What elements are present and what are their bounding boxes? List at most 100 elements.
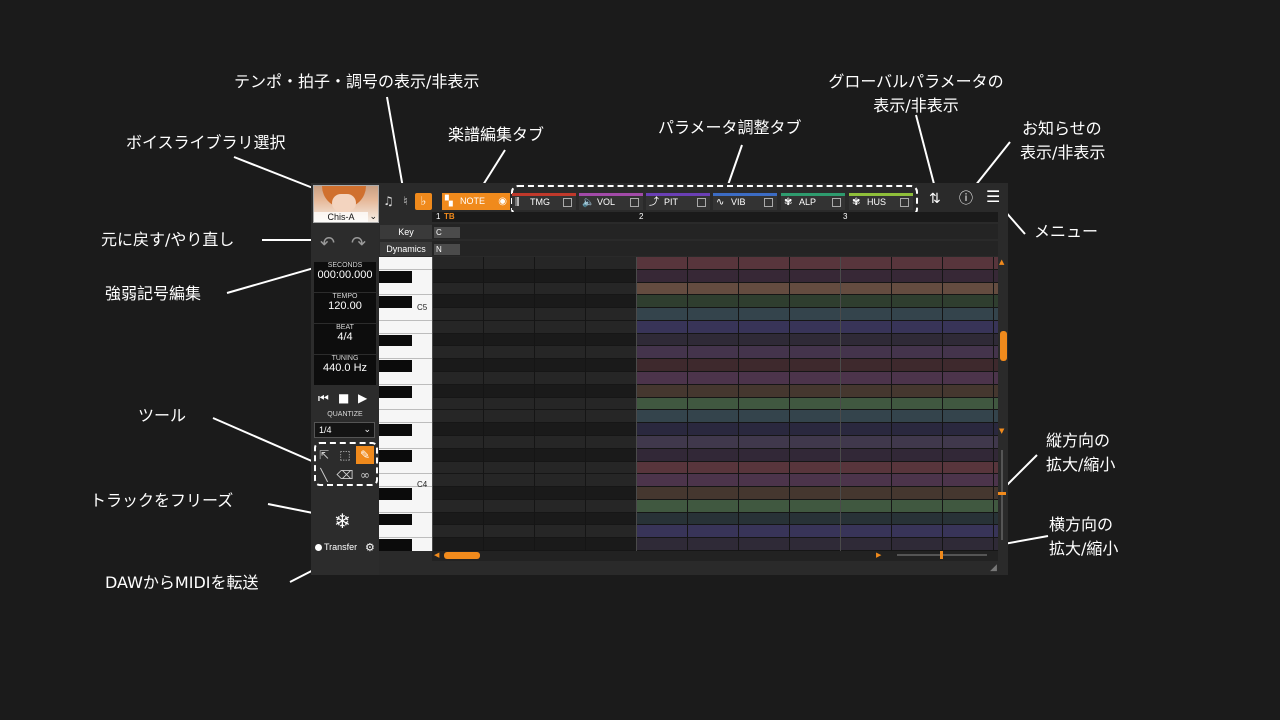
grid-lane[interactable] — [432, 461, 998, 475]
grid-lane[interactable] — [432, 308, 998, 321]
beat-line — [534, 257, 535, 551]
lane-highlight — [637, 423, 998, 435]
grid-lane[interactable] — [432, 295, 998, 309]
undo-button[interactable]: ↶ — [320, 233, 335, 254]
transfer-toggle[interactable]: Transfer — [315, 542, 357, 552]
eye-icon[interactable]: ◉ — [498, 193, 507, 210]
link-tool-icon[interactable]: ∞ — [356, 466, 374, 484]
redo-button[interactable]: ↷ — [351, 233, 366, 254]
voice-library-selector[interactable]: Chis-A ⌄ — [313, 185, 379, 223]
pencil-tool-icon[interactable]: ✎ — [356, 446, 374, 464]
tab-pit[interactable]: ⤴ PIT — [646, 193, 710, 210]
piano-keyboard[interactable] — [379, 257, 433, 551]
grid-lane[interactable] — [432, 487, 998, 500]
range-select-tool-icon[interactable]: ⬚ — [336, 446, 354, 464]
scroll-left-icon[interactable]: ◀ — [434, 551, 439, 559]
tab-tmg[interactable]: ⫼ TMG — [512, 193, 576, 210]
grid-lane[interactable] — [432, 499, 998, 513]
resize-grip-icon[interactable]: ◢ — [990, 563, 997, 573]
tempo-readout[interactable]: TEMPO 120.00 — [314, 293, 376, 323]
black-key[interactable] — [379, 513, 412, 526]
grid-lane[interactable] — [432, 359, 998, 373]
horizontal-scroll-thumb[interactable] — [444, 552, 480, 559]
transfer-label: Transfer — [324, 542, 358, 552]
grid-lane[interactable] — [432, 410, 998, 424]
tab-checkbox[interactable] — [900, 198, 909, 207]
scroll-down-icon[interactable]: ▼ — [999, 427, 1004, 435]
tempo-visibility-icon[interactable]: ♮ — [397, 193, 414, 210]
black-key[interactable] — [379, 488, 412, 500]
quantize-select[interactable]: 1/4 ⌄ — [314, 422, 375, 438]
line-param-tab — [727, 144, 743, 186]
timing-icon: ⫼ — [515, 197, 520, 208]
horizontal-zoom-knob[interactable] — [940, 551, 943, 559]
freeze-track-icon[interactable]: ❄ — [334, 509, 351, 533]
dynamics-value[interactable]: N — [434, 244, 460, 255]
grid-lane[interactable] — [432, 346, 998, 360]
beat-readout[interactable]: BEAT 4/4 — [314, 324, 376, 354]
tab-checkbox[interactable] — [697, 198, 706, 207]
key-value[interactable]: C — [434, 227, 460, 238]
info-icon[interactable]: ⓘ — [959, 188, 973, 208]
rewind-icon[interactable]: ⏮ — [318, 391, 329, 406]
grid-lane[interactable] — [432, 538, 998, 551]
avatar-face — [332, 194, 356, 212]
scroll-up-icon[interactable]: ▲ — [999, 258, 1004, 266]
note-grid[interactable] — [432, 257, 998, 551]
select-tool-icon[interactable]: ⇱ — [315, 446, 333, 464]
grid-lane[interactable] — [432, 474, 998, 488]
black-key[interactable] — [379, 449, 412, 462]
timeline-ruler[interactable] — [432, 212, 998, 222]
key-signature-icon[interactable]: ♭ — [415, 193, 432, 210]
scroll-right-icon[interactable]: ▶ — [876, 551, 881, 559]
tuning-readout[interactable]: TUNING 440.0 Hz — [314, 355, 376, 385]
grid-lane[interactable] — [432, 384, 998, 398]
grid-lane[interactable] — [432, 448, 998, 462]
black-key[interactable] — [379, 334, 412, 347]
key-lane[interactable] — [432, 224, 998, 239]
grid-lane[interactable] — [432, 257, 998, 270]
black-key[interactable] — [379, 270, 412, 283]
grid-lane[interactable] — [432, 435, 998, 449]
grid-lane[interactable] — [432, 525, 998, 539]
menu-icon[interactable]: ☰ — [986, 187, 1000, 206]
tab-alp[interactable]: ✾ ALP — [781, 193, 845, 210]
seconds-label: SECONDS — [327, 262, 363, 269]
grid-lane[interactable] — [432, 320, 998, 334]
black-key[interactable] — [379, 296, 412, 309]
tab-vol[interactable]: 🔈 VOL — [579, 193, 643, 210]
tab-checkbox[interactable] — [764, 198, 773, 207]
tuning-label: TUNING — [331, 355, 359, 362]
black-key[interactable] — [379, 424, 412, 436]
black-key[interactable] — [379, 360, 412, 373]
tab-vib[interactable]: ∿ VIB — [713, 193, 777, 210]
horizontal-scrollbar[interactable] — [432, 551, 998, 561]
tab-checkbox[interactable] — [832, 198, 841, 207]
tab-hus[interactable]: ✾ HUS — [849, 193, 913, 210]
grid-lane[interactable] — [432, 423, 998, 436]
measure-2-label: 2 — [639, 212, 644, 221]
global-parameter-toggle-icon[interactable]: ⇅ — [929, 191, 941, 207]
black-key[interactable] — [379, 539, 412, 551]
eraser-tool-icon[interactable]: ⌫ — [336, 466, 354, 484]
tab-checkbox[interactable] — [563, 198, 572, 207]
grid-lane[interactable] — [432, 269, 998, 283]
play-icon[interactable]: ▶ — [358, 391, 367, 405]
tab-note[interactable]: ▚ NOTE ◉ — [442, 193, 510, 210]
metronome-icon[interactable]: ♫ — [380, 193, 397, 210]
grid-lane[interactable] — [432, 282, 998, 296]
grid-lane[interactable] — [432, 372, 998, 385]
white-key-divider — [379, 268, 433, 270]
gear-icon[interactable]: ⚙ — [365, 541, 375, 554]
black-key[interactable] — [379, 385, 412, 398]
grid-lane[interactable] — [432, 397, 998, 411]
vertical-zoom-slider[interactable] — [1001, 450, 1003, 540]
dynamics-lane[interactable] — [432, 241, 998, 256]
tab-checkbox[interactable] — [630, 198, 639, 207]
vertical-zoom-knob[interactable] — [998, 492, 1006, 495]
stop-icon[interactable]: ■ — [338, 391, 349, 405]
grid-lane[interactable] — [432, 512, 998, 526]
grid-lane[interactable] — [432, 333, 998, 347]
vertical-scroll-thumb[interactable] — [1000, 331, 1007, 361]
line-tool-icon[interactable]: ╲ — [315, 466, 333, 484]
